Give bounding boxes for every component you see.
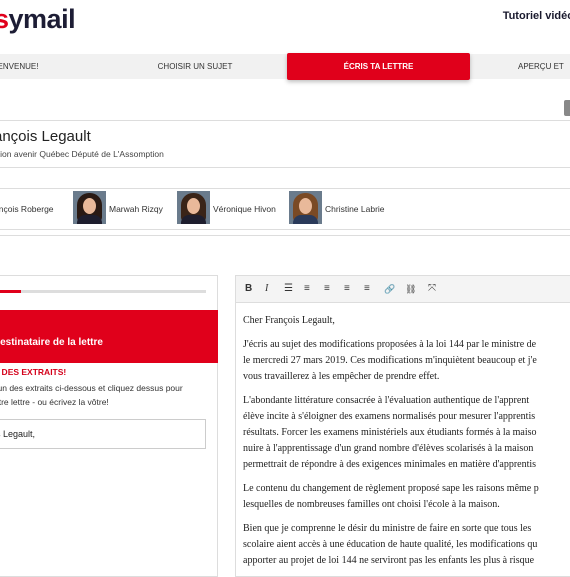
letter-line: Le contenu du changement de règlement pr…: [243, 483, 539, 494]
letter-line: Cher François Legault,: [243, 315, 335, 326]
letter-line: L'abondante littérature consacrée à l'év…: [243, 395, 530, 406]
letter-line: vous travaillerez à les empêcher de pren…: [243, 371, 440, 382]
step-choose-subject[interactable]: CHOISIR UN SUJET: [140, 54, 250, 79]
bullet-list-icon[interactable]: ☰: [284, 283, 293, 295]
letter-line: lesquelles de nombreuses familles ont ch…: [243, 499, 500, 510]
numbered-list-icon[interactable]: ≡: [304, 283, 310, 295]
letter-line: J'écris au sujet des modifications propo…: [243, 339, 537, 350]
person-option[interactable]: Véronique Hivon: [213, 204, 276, 214]
fullscreen-icon[interactable]: ⤧: [428, 283, 436, 295]
logo-letter: s: [0, 4, 9, 34]
letter-line: élève incite à s'éloigner des examens no…: [243, 411, 536, 422]
bold-button[interactable]: B: [245, 283, 252, 295]
step-preview[interactable]: APERÇU ET: [518, 54, 570, 79]
avatar[interactable]: [177, 191, 210, 224]
align-right-icon[interactable]: ≡: [364, 283, 370, 295]
logo-text: ymail: [8, 4, 76, 34]
letter-line: scolaire aient accès à une éducation de …: [243, 539, 538, 550]
recipient-name: ançois Legault: [0, 128, 91, 145]
steps-bar: ENVENUE! CHOISIR UN SUJET ÉCRIS TA LETTR…: [0, 53, 570, 80]
tutorial-video-link[interactable]: Tutoriel vidéo: [503, 10, 570, 22]
person-option[interactable]: ançois Roberge: [0, 204, 54, 214]
avatar[interactable]: [289, 191, 322, 224]
progress-fill: [0, 290, 21, 293]
symail-logo[interactable]: symail: [0, 2, 76, 36]
step-write-letter[interactable]: ÉCRIS TA LETTRE: [287, 53, 470, 80]
excerpt-text[interactable]: is Legault,: [0, 429, 35, 439]
recipient-subtitle: lition avenir Québec Député de L'Assompt…: [0, 149, 164, 159]
divider: [0, 235, 570, 236]
excerpts-instructions: otre lettre - ou écrivez la vôtre!: [0, 397, 109, 407]
excerpts-instructions: l'un des extraits ci-dessous et cliquez …: [0, 383, 183, 393]
person-option[interactable]: Marwah Rizqy: [109, 204, 163, 214]
section-title: destinataire de la lettre: [0, 337, 103, 348]
letter-line: apporter au projet de loi 144 ne serviro…: [243, 555, 535, 566]
scroll-handle[interactable]: [564, 100, 570, 116]
excerpts-title: Z DES EXTRAITS!: [0, 367, 67, 377]
letter-line: permettrait de répondre à des exigences …: [243, 459, 537, 470]
align-center-icon[interactable]: ≡: [344, 283, 350, 295]
step-welcome[interactable]: ENVENUE!: [0, 54, 42, 79]
person-option[interactable]: Christine Labrie: [325, 204, 385, 214]
letter-line: Bien que je comprenne le désir du minist…: [243, 523, 532, 534]
unlink-icon[interactable]: ⛓: [405, 283, 416, 295]
progress-track: [0, 290, 206, 293]
letter-line: le mercredi 27 mars 2019. Ces modificati…: [243, 355, 537, 366]
link-icon[interactable]: 🔗: [384, 283, 395, 295]
letter-line: résultats. Forcer les examens ministérie…: [243, 427, 537, 438]
letter-line: nuire à l'apprentissage d'un grand nombr…: [243, 443, 534, 454]
italic-button[interactable]: I: [265, 283, 268, 295]
align-left-icon[interactable]: ≡: [324, 283, 330, 295]
avatar[interactable]: [73, 191, 106, 224]
